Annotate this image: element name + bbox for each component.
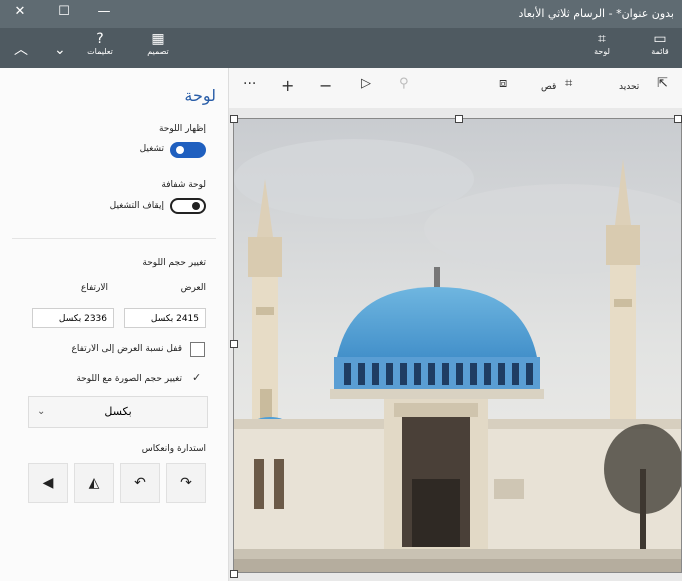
- resize-heading: تغيير حجم اللوحة: [142, 258, 206, 268]
- chevron-down-icon: ⌄: [37, 406, 46, 417]
- select-icon[interactable]: ⇱: [657, 76, 668, 91]
- panel-title: لوحة: [184, 86, 216, 105]
- resize-handle[interactable]: [674, 115, 682, 123]
- resize-image-label: تغيير حجم الصورة مع اللوحة: [76, 374, 182, 384]
- height-input[interactable]: 2336 بكسل: [32, 308, 114, 328]
- canvas-area[interactable]: [229, 108, 682, 581]
- flip-vertical-button[interactable]: ◭: [74, 463, 114, 503]
- magic-select-icon[interactable]: ⧈: [499, 76, 507, 91]
- chevron-down-icon: ⌄: [54, 42, 66, 58]
- mosque-photo: [233, 118, 682, 573]
- collapse-ribbon-button[interactable]: ︿: [14, 42, 28, 58]
- zoom-out-button[interactable]: −: [319, 76, 332, 95]
- window-title: بدون عنوان* - الرسام ثلاثي الأبعاد: [518, 7, 674, 20]
- more-button[interactable]: ···: [243, 76, 256, 92]
- crop-icon[interactable]: ⌗: [565, 76, 572, 91]
- menu-icon: ▭: [653, 31, 667, 47]
- maximize-button[interactable]: ☐: [52, 4, 76, 19]
- rotate-left-button[interactable]: ↶: [120, 463, 160, 503]
- close-button[interactable]: ✕: [8, 4, 32, 19]
- unit-dropdown[interactable]: بكسل ⌄: [28, 396, 208, 428]
- canvas-toolbar: ··· + − ▷ ⚲ ⧈ قص ⌗ تحديد ⇱: [229, 68, 682, 108]
- toggle-knob: [176, 146, 184, 154]
- menu-button[interactable]: ▭ قائمة: [640, 31, 680, 56]
- transparent-canvas-toggle[interactable]: [170, 198, 206, 214]
- title-bar: ✕ ☐ — بدون عنوان* - الرسام ثلاثي الأبعاد: [0, 0, 682, 28]
- help-icon: ?: [96, 31, 104, 47]
- photo-illustration: [234, 119, 681, 572]
- resize-handle[interactable]: [230, 115, 238, 123]
- design-icon: ▦: [151, 31, 165, 47]
- divider: [12, 238, 216, 239]
- resize-handle[interactable]: [230, 570, 238, 578]
- transparent-canvas-label: لوحة شفافة: [161, 180, 206, 190]
- ribbon-dropdown-button[interactable]: ⌄: [54, 42, 66, 58]
- width-input[interactable]: 2415 بكسل: [124, 308, 206, 328]
- show-canvas-state: تشغيل: [139, 144, 164, 154]
- show-canvas-label: إظهار اللوحة: [158, 124, 206, 134]
- lock-ratio-label: قفل نسبة العرض إلى الارتفاع: [71, 344, 182, 354]
- canvas-button[interactable]: ⌗ لوحة: [582, 31, 622, 56]
- crop-label: قص: [541, 82, 557, 92]
- chevron-up-icon: ︿: [14, 42, 28, 58]
- canvas-label: لوحة: [594, 47, 610, 56]
- paint-icon: ⚲: [399, 76, 409, 91]
- canvas-panel: لوحة إظهار اللوحة تشغيل لوحة شفافة إيقاف…: [0, 68, 229, 581]
- design-label: تصميم: [147, 47, 169, 56]
- minimize-button[interactable]: —: [92, 4, 116, 19]
- help-label: تعليمات: [87, 47, 113, 56]
- design-button[interactable]: ▦ تصميم: [136, 31, 180, 56]
- flip-horizontal-icon: ◀: [42, 475, 54, 491]
- rotate-right-icon: ↷: [180, 475, 192, 491]
- height-label: الارتفاع: [80, 283, 108, 293]
- unit-value: بكسل: [104, 405, 132, 418]
- rotate-left-icon: ↶: [134, 475, 146, 491]
- ribbon: ︿ ⌄ ? تعليمات ▦ تصميم ⌗ لوحة ▭ قائمة: [0, 28, 682, 68]
- zoom-in-button[interactable]: +: [281, 76, 294, 95]
- canvas-icon: ⌗: [598, 31, 606, 47]
- flip-horizontal-button[interactable]: ◀: [28, 463, 68, 503]
- width-label: العرض: [180, 283, 206, 293]
- rotate-flip-heading: استدارة وانعكاس: [141, 444, 206, 454]
- lock-ratio-checkbox[interactable]: [190, 342, 205, 357]
- flag-icon[interactable]: ▷: [361, 76, 371, 91]
- rotate-right-button[interactable]: ↷: [166, 463, 206, 503]
- transparent-canvas-state: إيقاف التشغيل: [109, 201, 164, 211]
- resize-image-checkbox[interactable]: ✓: [192, 371, 201, 384]
- resize-handle[interactable]: [455, 115, 463, 123]
- select-label: تحديد: [619, 82, 640, 92]
- resize-handle[interactable]: [230, 340, 238, 348]
- show-canvas-toggle[interactable]: [170, 142, 206, 158]
- toggle-knob: [192, 202, 200, 210]
- help-button[interactable]: ? تعليمات: [80, 31, 120, 56]
- menu-label: قائمة: [651, 47, 669, 56]
- flip-vertical-icon: ◭: [88, 475, 100, 491]
